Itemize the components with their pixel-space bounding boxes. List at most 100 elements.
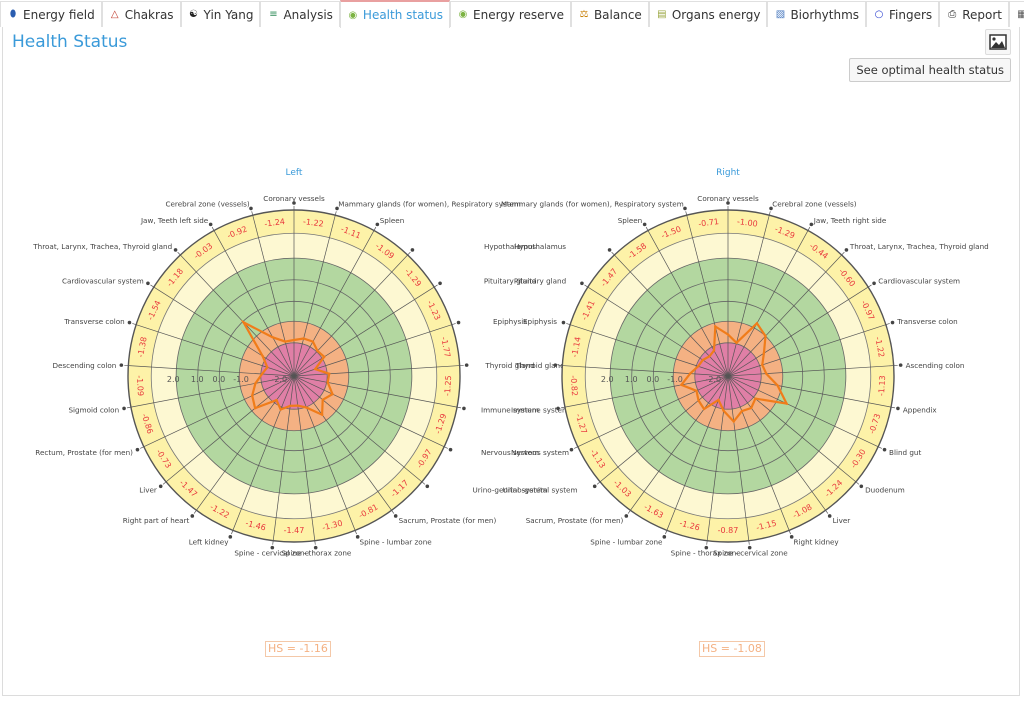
data-point bbox=[726, 333, 730, 336]
data-point bbox=[311, 340, 315, 343]
spoke-marker bbox=[859, 484, 864, 489]
spoke-marker bbox=[375, 222, 380, 227]
data-point bbox=[260, 372, 264, 376]
category-label: Spine - cervical zone bbox=[234, 549, 309, 558]
category-label: Left kidney bbox=[189, 538, 230, 547]
spoke-marker bbox=[119, 363, 124, 367]
category-label: Spleen bbox=[380, 216, 405, 225]
spoke-marker bbox=[809, 222, 814, 227]
radial-tick-label: 0.0 bbox=[647, 375, 660, 384]
category-label: Rectum, Prostate (for men) bbox=[35, 448, 133, 457]
category-label: Thyroid gland bbox=[484, 361, 534, 370]
spoke-marker bbox=[135, 447, 140, 452]
data-point bbox=[761, 363, 764, 367]
category-label: Transverse colon bbox=[896, 317, 957, 326]
data-point bbox=[279, 408, 282, 411]
data-point bbox=[305, 406, 308, 409]
category-label: Mammary glands (for women), Respiratory … bbox=[338, 200, 521, 209]
value-label: -0.87 bbox=[718, 526, 739, 535]
data-point bbox=[320, 413, 324, 416]
spoke-marker bbox=[173, 248, 178, 252]
value-label: -1.09 bbox=[135, 375, 145, 396]
category-label: Liver bbox=[139, 485, 157, 494]
data-point bbox=[314, 367, 317, 371]
health-radar-charts: 2.0 1.0 0.0 -1.0 -2.0-1.22-1.11-1.09-1.29-1.… bbox=[32, 168, 988, 558]
chart-title: Right bbox=[716, 168, 740, 178]
data-point bbox=[251, 394, 254, 397]
spoke-marker bbox=[844, 248, 849, 252]
data-point bbox=[740, 409, 744, 413]
spoke-marker bbox=[592, 484, 597, 489]
data-point bbox=[697, 399, 700, 402]
data-point bbox=[714, 325, 717, 328]
category-label: Transverse colon bbox=[63, 317, 124, 326]
data-point bbox=[755, 322, 759, 325]
spoke-marker bbox=[464, 363, 469, 367]
spoke-marker bbox=[462, 406, 466, 411]
category-label: Sacrum, Prostate (for men) bbox=[526, 516, 624, 525]
category-label: Ascending colon bbox=[906, 361, 965, 370]
category-label: Right kidney bbox=[794, 538, 840, 547]
data-point bbox=[695, 389, 698, 393]
spoke-marker bbox=[146, 281, 150, 286]
spoke-marker bbox=[158, 484, 163, 489]
category-label: Spine - lumbar zone bbox=[590, 538, 663, 547]
category-label: Jaw, Teeth left side bbox=[140, 216, 209, 225]
right-hs-score: HS = -1.08 bbox=[699, 641, 765, 657]
spoke-marker bbox=[410, 248, 415, 252]
data-point bbox=[261, 354, 264, 358]
data-point bbox=[289, 404, 292, 408]
spoke-marker bbox=[425, 484, 430, 489]
spoke-marker bbox=[456, 320, 461, 325]
data-point bbox=[732, 420, 735, 423]
category-label: Cardiovascular system bbox=[878, 277, 960, 286]
spoke-marker bbox=[624, 514, 629, 518]
data-point bbox=[326, 381, 329, 384]
data-point bbox=[708, 355, 711, 358]
category-label: Descending colon bbox=[52, 361, 116, 370]
chart-title: Left bbox=[286, 168, 303, 178]
data-point bbox=[292, 338, 296, 342]
value-label: -1.13 bbox=[877, 375, 887, 396]
spoke-marker bbox=[122, 406, 126, 411]
data-point bbox=[316, 349, 319, 353]
category-label: Epiphysis bbox=[523, 317, 557, 326]
spoke-marker bbox=[827, 514, 832, 518]
data-point bbox=[680, 383, 683, 387]
data-point bbox=[302, 337, 305, 340]
category-label: Cardiovascular system bbox=[62, 277, 144, 286]
spoke-marker bbox=[190, 514, 195, 518]
radial-tick-label: -1.0 bbox=[233, 375, 249, 384]
spoke-marker bbox=[662, 535, 667, 539]
spoke-marker bbox=[556, 406, 560, 411]
spoke-marker bbox=[607, 248, 612, 252]
spoke-marker bbox=[393, 514, 398, 518]
category-label: Pituitary gland bbox=[484, 277, 536, 286]
data-point bbox=[328, 372, 331, 375]
spoke-marker bbox=[569, 447, 574, 452]
data-point bbox=[254, 382, 257, 385]
spoke-marker bbox=[580, 281, 584, 286]
data-point bbox=[735, 341, 738, 344]
category-label: Liver bbox=[833, 516, 851, 525]
category-label: Mammary glands (for women), Respiratory … bbox=[501, 200, 684, 209]
data-point bbox=[266, 366, 269, 369]
category-label: Sacrum, Prostate (for men) bbox=[399, 516, 497, 525]
data-point bbox=[271, 336, 274, 339]
category-label: Hypothalamus bbox=[484, 242, 536, 251]
category-label: Urino-genital system bbox=[473, 485, 548, 494]
data-point bbox=[688, 372, 692, 375]
category-label: Epiphysis bbox=[493, 317, 527, 326]
value-label: -0.82 bbox=[569, 375, 579, 396]
radial-tick-label: 1.0 bbox=[191, 375, 204, 384]
spoke-marker bbox=[553, 363, 558, 367]
spoke-marker bbox=[896, 406, 900, 411]
category-label: Nervous system bbox=[481, 448, 539, 457]
data-point bbox=[323, 355, 326, 359]
radial-tick-label: 1.0 bbox=[625, 375, 638, 384]
category-label: Appendix bbox=[903, 405, 938, 414]
data-point bbox=[764, 334, 767, 338]
data-point bbox=[275, 398, 278, 402]
category-label: Spine - thorax zone bbox=[671, 549, 742, 558]
radial-tick-label: 0.0 bbox=[213, 375, 226, 384]
